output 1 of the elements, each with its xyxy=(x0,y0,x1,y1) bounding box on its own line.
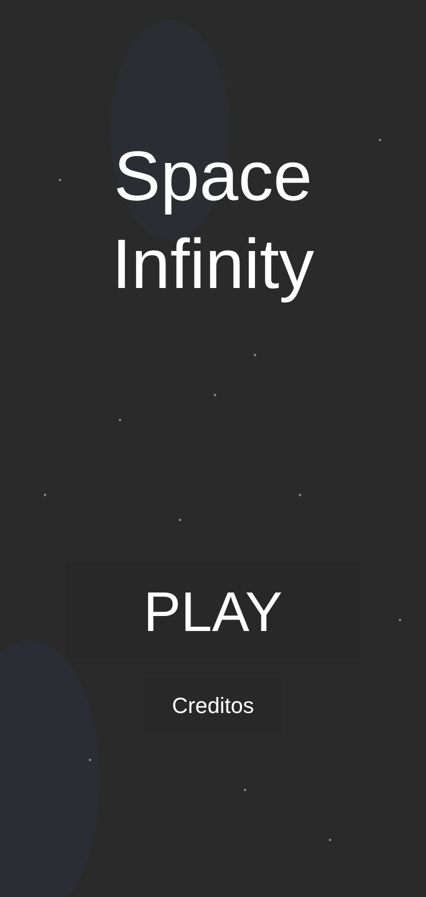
game-title: Space Infinity xyxy=(110,136,316,305)
